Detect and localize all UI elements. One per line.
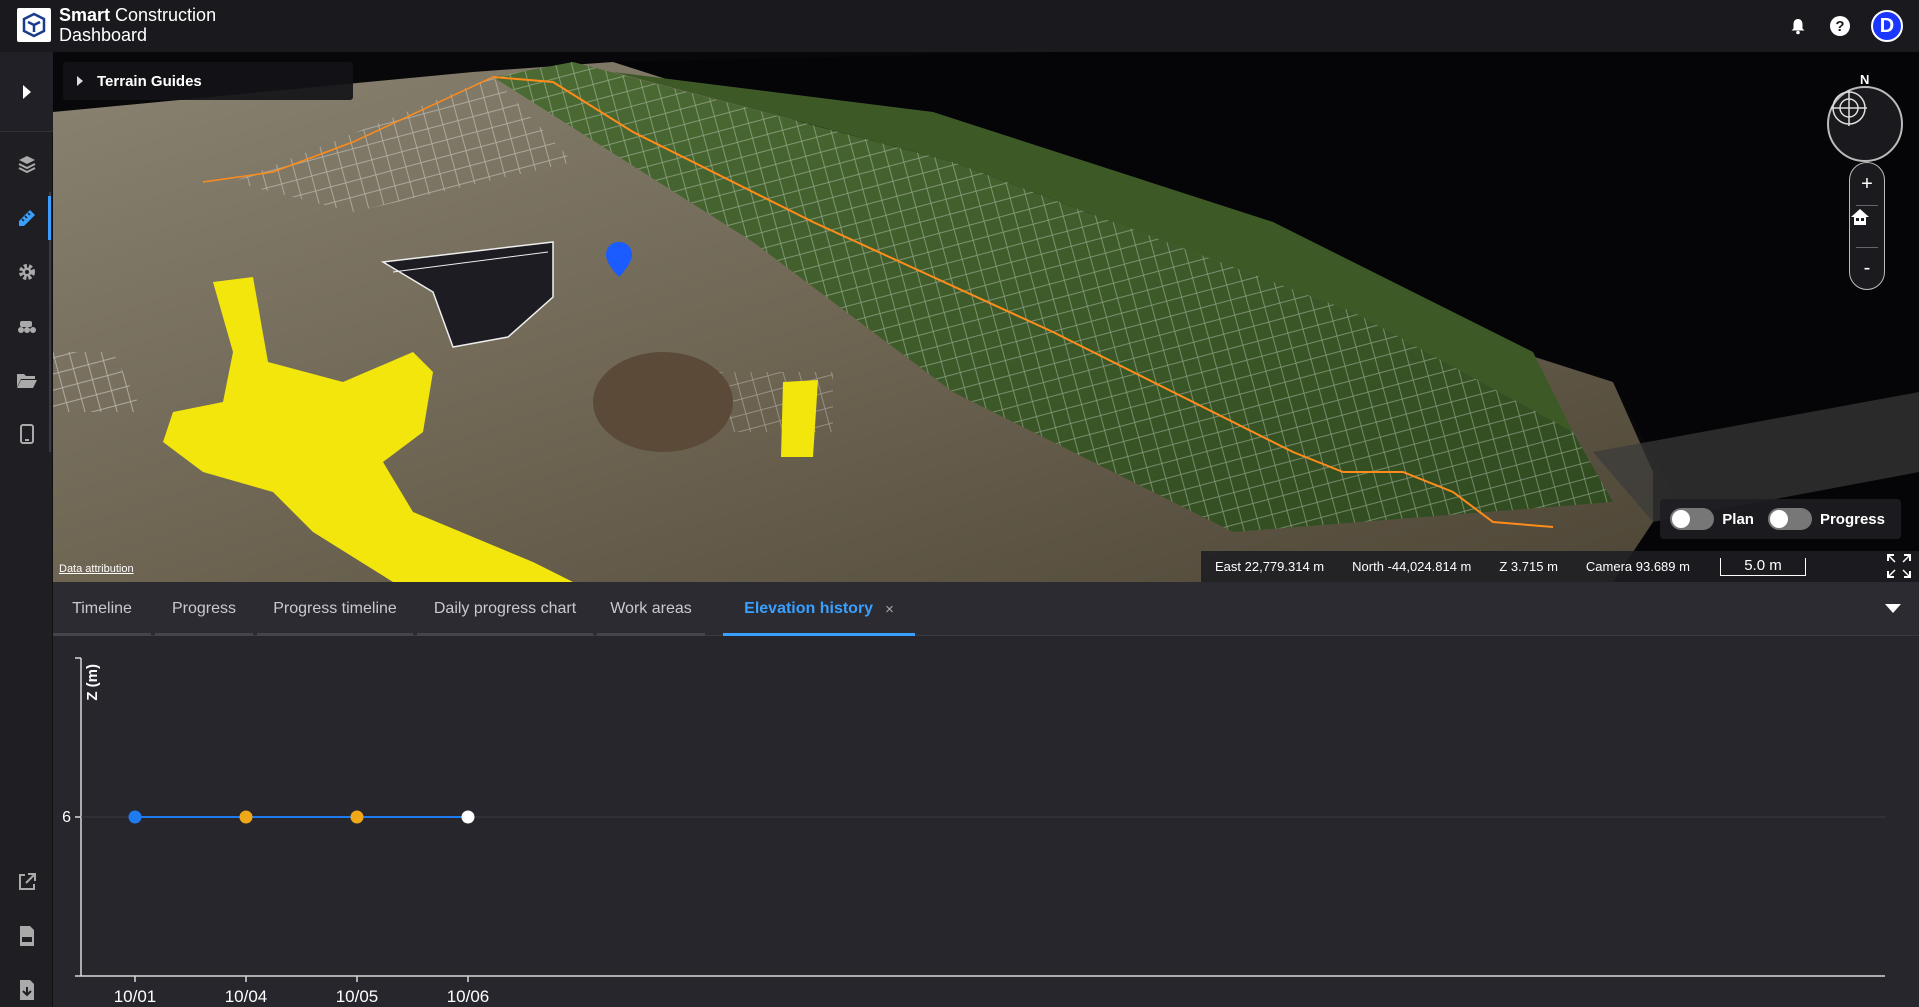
tab-label: Elevation history	[744, 600, 874, 617]
tab-work-areas[interactable]: Work areas	[597, 582, 705, 636]
svg-text:?: ?	[1835, 18, 1844, 35]
progress-toggle[interactable]: Progress	[1767, 508, 1891, 530]
data-attribution-link[interactable]: Data attribution	[59, 563, 134, 575]
data-point	[128, 810, 142, 824]
gear-icon	[18, 264, 35, 280]
camera-height: Camera 93.689 m	[1585, 559, 1690, 574]
sidebar-pdf-button[interactable]	[0, 916, 53, 956]
compass[interactable]: N	[1827, 72, 1903, 162]
scale-bar: 5.0 m	[1719, 557, 1806, 576]
external-link-icon	[18, 873, 36, 890]
help-icon: ?	[1830, 16, 1850, 36]
x-tick-label: 10/01	[114, 987, 157, 1006]
tab-progress[interactable]: Progress	[155, 582, 253, 636]
map-3d-viewport[interactable]: Terrain Guides N + - Plan Progress Data …	[53, 52, 1919, 582]
tab-daily-progress-chart[interactable]: Daily progress chart	[417, 582, 593, 636]
sidebar-external-link-button[interactable]	[0, 862, 53, 902]
data-point	[350, 810, 364, 824]
zoom-divider	[1856, 205, 1878, 206]
app-title-bold: Smart	[59, 5, 111, 25]
caret-right-icon	[77, 76, 83, 86]
fullscreen-icon	[1887, 554, 1911, 578]
elevation-history-chart: Z (m) 6 10/01 10/04 10/05 10/06	[53, 636, 1919, 1007]
progress-toggle-label: Progress	[1819, 510, 1885, 528]
user-avatar[interactable]: D	[1871, 10, 1903, 42]
phone-icon	[19, 424, 34, 444]
compass-north-label: N	[1860, 72, 1870, 87]
sidebar-item-devices[interactable]	[0, 412, 53, 456]
x-tick-label: 10/05	[336, 987, 379, 1006]
sidebar-download-button[interactable]	[0, 970, 53, 1007]
plan-switch[interactable]	[1670, 508, 1715, 530]
tab-timeline[interactable]: Timeline	[53, 582, 151, 636]
excavator-icon	[17, 321, 36, 333]
plan-toggle-label: Plan	[1722, 510, 1754, 528]
y-tick-label: 6	[62, 809, 71, 826]
plan-toggle[interactable]: Plan	[1670, 508, 1760, 530]
logo-icon	[22, 12, 46, 38]
zoom-out-button[interactable]: -	[1850, 249, 1884, 287]
sidebar-item-design-tools[interactable]	[0, 196, 53, 240]
app-logo[interactable]	[17, 8, 51, 42]
app-title: Smart Construction Dashboard	[59, 5, 216, 45]
fullscreen-button[interactable]	[1885, 552, 1913, 580]
top-actions: ? D	[1787, 10, 1903, 42]
bell-icon	[1791, 19, 1805, 35]
coordinates-bar: East 22,779.314 m North -44,024.814 m Z …	[1201, 551, 1919, 582]
layers-icon	[18, 156, 35, 174]
sidebar-item-layers[interactable]	[0, 142, 53, 186]
download-file-icon	[19, 980, 34, 1000]
bottom-panel-tabs: Timeline Progress Progress timeline Dail…	[53, 582, 1919, 636]
tab-label: Progress timeline	[273, 600, 397, 617]
z-coordinate: Z 3.715 m	[1499, 559, 1558, 574]
close-tab-button[interactable]: ×	[885, 601, 894, 618]
x-tick-label: 10/06	[447, 987, 490, 1006]
data-point	[461, 810, 475, 824]
tab-label: Work areas	[610, 600, 692, 617]
tab-label: Progress	[171, 600, 237, 617]
sidebar-item-files[interactable]	[0, 358, 53, 402]
sidebar-item-settings[interactable]	[0, 250, 53, 294]
north-coordinate: North -44,024.814 m	[1352, 559, 1472, 574]
crosshair-icon	[1831, 90, 1867, 126]
tab-label: Timeline	[72, 600, 132, 617]
tab-label: Daily progress chart	[433, 600, 577, 617]
data-point	[239, 810, 253, 824]
sidebar-expand-button[interactable]	[0, 52, 53, 132]
top-bar: Smart Construction Dashboard ? D	[0, 0, 1919, 52]
chevron-down-icon[interactable]	[1885, 604, 1901, 613]
home-view-button[interactable]	[1850, 207, 1884, 245]
zoom-in-button[interactable]: +	[1850, 165, 1884, 203]
tab-elevation-history[interactable]: Elevation history ×	[723, 582, 915, 636]
terrain-guides-panel[interactable]: Terrain Guides	[63, 62, 353, 100]
terrain-guides-label: Terrain Guides	[97, 72, 202, 90]
layer-toggles: Plan Progress	[1660, 499, 1901, 539]
tab-progress-timeline[interactable]: Progress timeline	[257, 582, 413, 636]
folder-open-icon	[16, 374, 37, 388]
help-button[interactable]: ?	[1829, 15, 1851, 37]
y-axis-label: Z (m)	[84, 664, 101, 701]
ruler-pencil-icon	[18, 210, 35, 226]
terrain-render	[53, 52, 1919, 582]
app-subtitle: Dashboard	[59, 25, 148, 45]
chart-svg: Z (m) 6 10/01 10/04 10/05 10/06	[62, 657, 1885, 1006]
left-sidebar	[0, 52, 53, 1007]
chevron-right-icon	[22, 84, 31, 99]
notifications-button[interactable]	[1787, 15, 1809, 37]
x-tick-label: 10/04	[225, 987, 268, 1006]
pdf-icon	[19, 926, 34, 946]
sidebar-item-machines[interactable]	[0, 304, 53, 348]
progress-switch[interactable]	[1767, 508, 1812, 530]
home-icon	[1851, 209, 1869, 225]
app-title-rest: Construction	[110, 5, 217, 25]
compass-ring[interactable]	[1827, 86, 1903, 162]
zoom-divider	[1856, 247, 1878, 248]
zoom-controls: + -	[1849, 162, 1885, 290]
east-coordinate: East 22,779.314 m	[1215, 559, 1325, 574]
